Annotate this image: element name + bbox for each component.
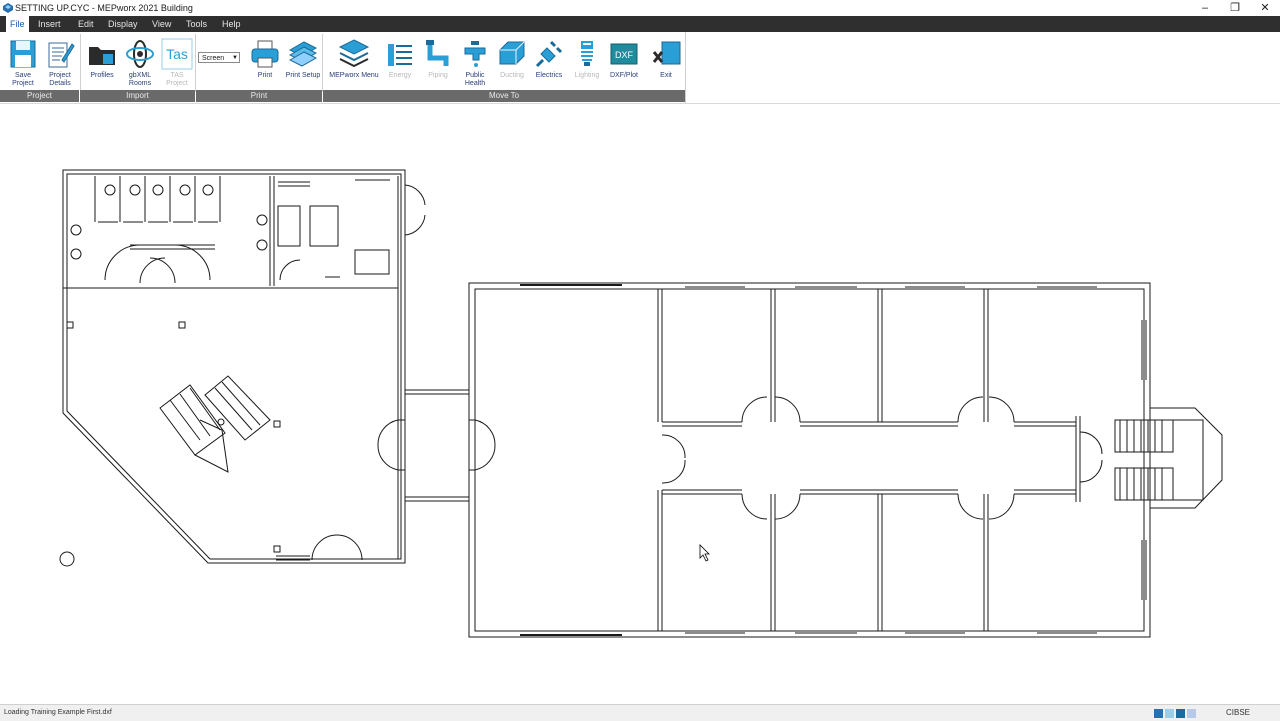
ribbon-toolbar: Save Project Project Details Profiles gb… bbox=[0, 32, 686, 103]
toilet-cubicles bbox=[70, 176, 390, 284]
link-corridor bbox=[405, 389, 469, 502]
menu-edit[interactable]: Edit bbox=[74, 16, 98, 32]
svg-text:Tas: Tas bbox=[166, 46, 188, 62]
close-button[interactable]: ✕ bbox=[1250, 0, 1280, 16]
minimize-button[interactable]: – bbox=[1190, 0, 1220, 16]
folder-icon bbox=[89, 47, 115, 65]
tas-icon: Tas bbox=[161, 38, 193, 70]
app-icon bbox=[3, 3, 13, 13]
design-standard: CIBSE bbox=[1226, 708, 1251, 717]
print-setup-button[interactable]: Print Setup bbox=[285, 38, 321, 80]
print-setup-icon bbox=[288, 41, 318, 67]
dxf-plot-button[interactable]: DXF DXF/Plot bbox=[606, 38, 642, 80]
project-details-button[interactable]: Project Details bbox=[42, 38, 78, 88]
print-target-select[interactable]: Screen ▼ bbox=[198, 52, 240, 63]
printer-icon bbox=[251, 40, 279, 68]
gbxml-rooms-button[interactable]: gbXML Rooms bbox=[122, 38, 158, 88]
north-marker bbox=[59, 551, 75, 567]
lighting-button[interactable]: Lighting bbox=[570, 38, 604, 80]
floor-plan bbox=[59, 169, 1223, 638]
right-building-walls bbox=[468, 282, 1151, 638]
public-health-button[interactable]: Public Health bbox=[458, 38, 492, 88]
exit-button[interactable]: Exit bbox=[648, 38, 684, 80]
tas-project-button[interactable]: Tas TAS Project bbox=[160, 38, 194, 88]
print-button[interactable]: Print bbox=[247, 38, 283, 80]
exit-icon bbox=[652, 41, 681, 65]
group-move-to: Move To bbox=[323, 90, 685, 102]
save-project-button[interactable]: Save Project bbox=[6, 38, 40, 88]
energy-button[interactable]: Energy bbox=[384, 38, 416, 80]
profiles-button[interactable]: Profiles bbox=[84, 38, 120, 80]
right-building-doors bbox=[469, 396, 1103, 520]
north-toggle-icon[interactable] bbox=[1187, 709, 1196, 718]
chevron-down-icon: ▼ bbox=[232, 55, 238, 61]
gbxml-icon bbox=[126, 40, 154, 68]
mepworx-menu-button[interactable]: MEPworx Menu bbox=[326, 38, 382, 80]
drawing-canvas[interactable] bbox=[0, 104, 1280, 704]
status-bar: Loading Training Example First.dxf CIBSE bbox=[0, 704, 1280, 721]
plug-icon bbox=[535, 40, 563, 68]
lightbulb-icon bbox=[581, 41, 593, 66]
window-title: SETTING UP.CYC - MEPworx 2021 Building bbox=[15, 3, 193, 13]
menu-tools[interactable]: Tools bbox=[182, 16, 211, 32]
ducting-icon bbox=[499, 41, 525, 65]
staircase-left bbox=[159, 375, 271, 473]
snap-toggle-icon[interactable] bbox=[1154, 709, 1163, 718]
menu-insert[interactable]: Insert bbox=[34, 16, 65, 32]
svg-text:DXF: DXF bbox=[615, 50, 634, 60]
dxf-icon: DXF bbox=[610, 43, 638, 65]
mepworx-menu-icon bbox=[338, 39, 370, 68]
staircase-right bbox=[1114, 407, 1223, 509]
tap-icon bbox=[464, 41, 486, 67]
ducting-button[interactable]: Ducting bbox=[496, 38, 528, 80]
windows bbox=[685, 282, 1147, 638]
grid-toggle-icon[interactable] bbox=[1165, 709, 1174, 718]
title-bar: SETTING UP.CYC - MEPworx 2021 Building –… bbox=[0, 0, 1280, 16]
menu-view[interactable]: View bbox=[148, 16, 175, 32]
menu-bar: File Insert Edit Display View Tools Help bbox=[0, 16, 1280, 32]
menu-display[interactable]: Display bbox=[104, 16, 142, 32]
group-import: Import bbox=[80, 90, 195, 102]
menu-help[interactable]: Help bbox=[218, 16, 245, 32]
left-building-walls bbox=[62, 169, 406, 564]
maximize-button[interactable]: ❐ bbox=[1220, 0, 1250, 16]
status-message: Loading Training Example First.dxf bbox=[4, 709, 112, 716]
snap-toggles bbox=[1154, 709, 1196, 718]
piping-icon bbox=[426, 40, 449, 66]
group-project: Project bbox=[0, 90, 79, 102]
piping-button[interactable]: Piping bbox=[422, 38, 454, 80]
project-details-icon bbox=[48, 42, 75, 68]
energy-icon bbox=[388, 44, 412, 66]
electrics-button[interactable]: Electrics bbox=[532, 38, 566, 80]
save-icon bbox=[10, 40, 36, 68]
left-building-doors bbox=[276, 184, 426, 561]
cross-toggle-icon[interactable] bbox=[1176, 709, 1185, 718]
group-print: Print bbox=[196, 90, 322, 102]
menu-file[interactable]: File bbox=[6, 16, 29, 32]
mouse-cursor bbox=[699, 544, 710, 562]
